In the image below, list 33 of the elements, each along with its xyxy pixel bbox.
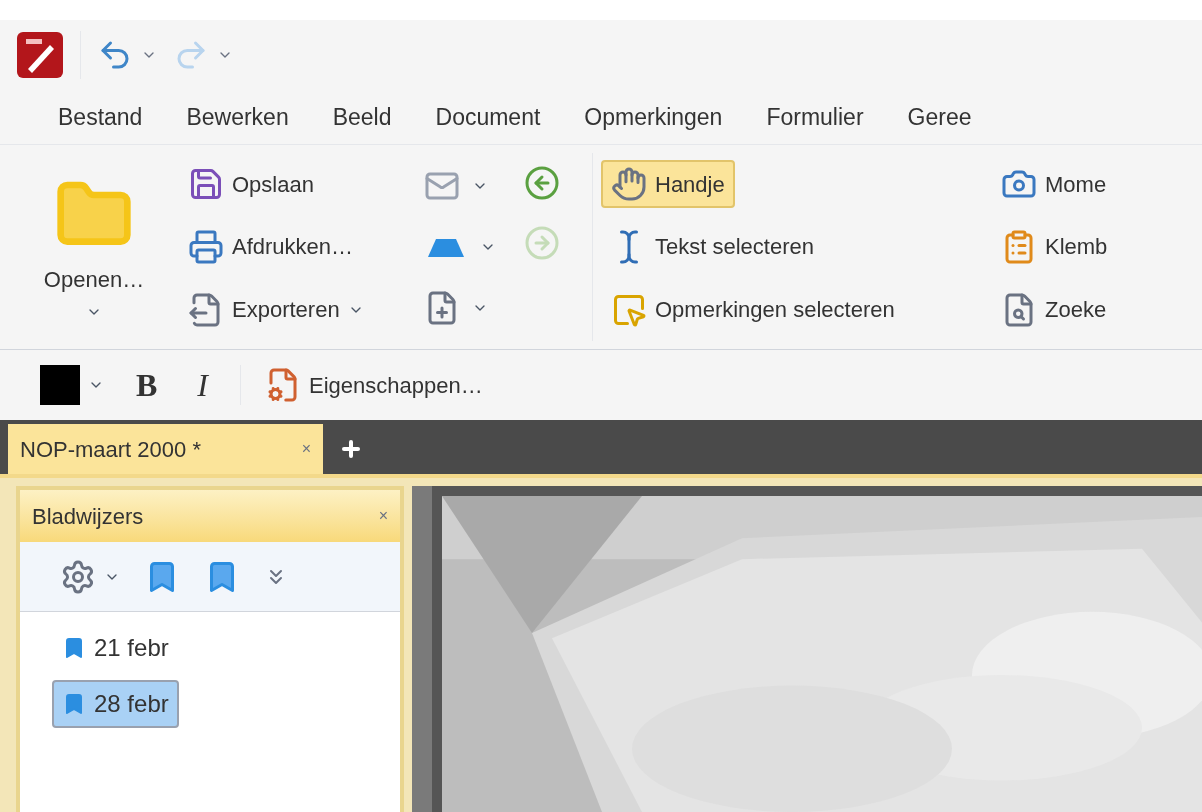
menu-item[interactable]: Beeld <box>332 99 392 135</box>
tool-button[interactable]: Klemb <box>1001 229 1108 265</box>
app-logo-icon[interactable] <box>16 31 64 79</box>
close-button[interactable]: × <box>301 437 311 461</box>
menu-item[interactable]: Document <box>435 99 541 135</box>
close-button[interactable]: × <box>378 504 388 528</box>
bookmark-item[interactable]: 28 febr <box>52 680 179 728</box>
tool-button[interactable]: Opmerkingen selecteren <box>601 285 905 334</box>
document-tab[interactable]: NOP-maart 2000 * × <box>8 424 323 474</box>
tool-button[interactable]: Mome <box>1001 166 1108 203</box>
open-button[interactable]: Openen… <box>24 153 164 341</box>
menu-item[interactable]: Opmerkingen <box>584 99 723 135</box>
menu-item[interactable]: Bestand <box>58 99 143 135</box>
tool-button[interactable]: Tekst selecteren <box>601 223 824 271</box>
tool-button[interactable]: Handje <box>601 160 735 209</box>
panel-title: Bladwijzers <box>32 502 144 531</box>
tab-label: NOP-maart 2000 * <box>20 435 201 464</box>
menu-item[interactable]: Geree <box>907 99 972 135</box>
bookmark-item[interactable]: 21 febr <box>52 624 179 672</box>
ribbon-button[interactable]: Afdrukken… <box>188 229 354 265</box>
ribbon-button[interactable]: Opslaan <box>188 166 314 203</box>
bold-button[interactable]: B <box>128 361 166 409</box>
new-tab-icon[interactable] <box>339 437 363 461</box>
gear-icon[interactable] <box>60 558 96 595</box>
printer-icon <box>188 229 224 265</box>
menu-item[interactable]: Formulier <box>766 99 864 135</box>
ribbon-button[interactable]: Exporteren <box>188 291 340 328</box>
menu-item[interactable]: Bewerken <box>186 99 289 135</box>
hand-icon <box>611 166 647 203</box>
properties-button[interactable]: Eigenschappen… <box>265 367 483 403</box>
color-swatch[interactable] <box>40 365 80 405</box>
italic-button[interactable]: I <box>189 361 216 409</box>
tool-button[interactable]: Zoeke <box>1001 291 1108 328</box>
